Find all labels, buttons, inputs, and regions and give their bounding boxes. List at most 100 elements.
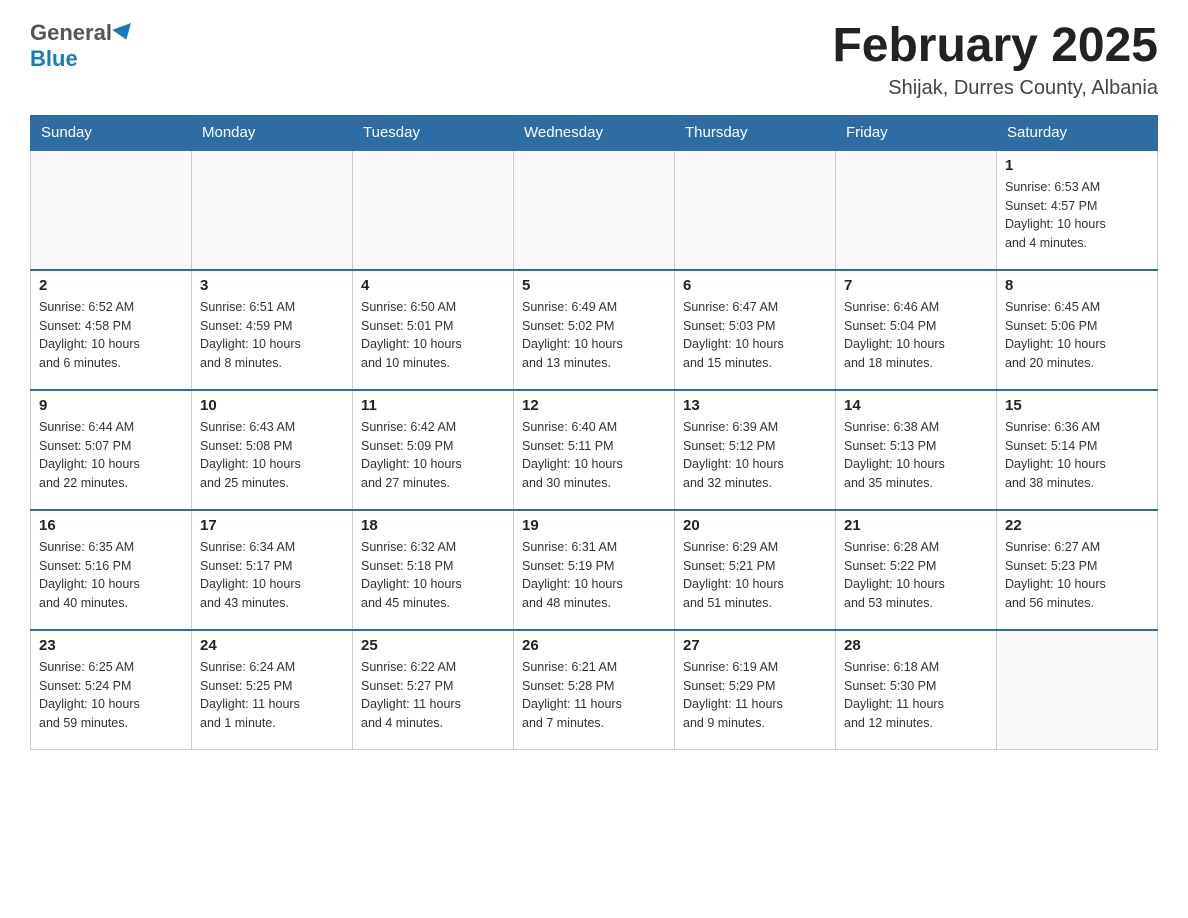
calendar-cell: 4 Sunrise: 6:50 AMSunset: 5:01 PMDaylight…: [353, 270, 514, 390]
calendar-cell: 10 Sunrise: 6:43 AMSunset: 5:08 PMDayligh…: [192, 390, 353, 510]
day-number: 23: [39, 637, 183, 654]
day-number: 14: [844, 397, 988, 414]
logo: General Blue: [30, 20, 134, 72]
calendar-cell: [192, 150, 353, 270]
day-number: 12: [522, 397, 666, 414]
day-info: Sunrise: 6:36 AMSunset: 5:14 PMDaylight:…: [1005, 418, 1149, 493]
day-info: Sunrise: 6:34 AMSunset: 5:17 PMDaylight:…: [200, 538, 344, 613]
week-row: 9Sunrise: 6:44 AMSunset: 5:07 PMDaylight…: [31, 390, 1158, 510]
calendar-cell: [997, 630, 1158, 750]
day-number: 13: [683, 397, 827, 414]
weekday-header: Saturday: [997, 115, 1158, 150]
day-info: Sunrise: 6:21 AMSunset: 5:28 PMDaylight:…: [522, 658, 666, 733]
month-title: February 2025: [832, 20, 1158, 73]
day-info: Sunrise: 6:46 AMSunset: 5:04 PMDaylight:…: [844, 298, 988, 373]
calendar-cell: [514, 150, 675, 270]
calendar-cell: [31, 150, 192, 270]
day-info: Sunrise: 6:24 AMSunset: 5:25 PMDaylight:…: [200, 658, 344, 733]
week-row: 16Sunrise: 6:35 AMSunset: 5:16 PMDayligh…: [31, 510, 1158, 630]
calendar-table: SundayMondayTuesdayWednesdayThursdayFrid…: [30, 115, 1158, 751]
calendar-cell: 22Sunrise: 6:27 AMSunset: 5:23 PMDayligh…: [997, 510, 1158, 630]
calendar-cell: 1 Sunrise: 6:53 AMSunset: 4:57 PMDaylight…: [997, 150, 1158, 270]
day-number: 5: [522, 277, 666, 294]
weekday-header-row: SundayMondayTuesdayWednesdayThursdayFrid…: [31, 115, 1158, 150]
weekday-header: Wednesday: [514, 115, 675, 150]
day-info: Sunrise: 6:19 AMSunset: 5:29 PMDaylight:…: [683, 658, 827, 733]
day-info: Sunrise: 6:43 AMSunset: 5:08 PMDaylight:…: [200, 418, 344, 493]
calendar-cell: 7 Sunrise: 6:46 AMSunset: 5:04 PMDaylight…: [836, 270, 997, 390]
calendar-cell: 19Sunrise: 6:31 AMSunset: 5:19 PMDayligh…: [514, 510, 675, 630]
calendar-cell: 15 Sunrise: 6:36 AMSunset: 5:14 PMDayligh…: [997, 390, 1158, 510]
day-info: Sunrise: 6:50 AMSunset: 5:01 PMDaylight:…: [361, 298, 505, 373]
calendar-cell: 20 Sunrise: 6:29 AMSunset: 5:21 PMDayligh…: [675, 510, 836, 630]
calendar-cell: 24Sunrise: 6:24 AMSunset: 5:25 PMDayligh…: [192, 630, 353, 750]
location-text: Shijak, Durres County, Albania: [832, 77, 1158, 100]
calendar-cell: 14 Sunrise: 6:38 AMSunset: 5:13 PMDayligh…: [836, 390, 997, 510]
calendar-cell: 28 Sunrise: 6:18 AMSunset: 5:30 PMDayligh…: [836, 630, 997, 750]
day-number: 8: [1005, 277, 1149, 294]
weekday-header: Sunday: [31, 115, 192, 150]
calendar-cell: 8 Sunrise: 6:45 AMSunset: 5:06 PMDaylight…: [997, 270, 1158, 390]
day-info: Sunrise: 6:51 AMSunset: 4:59 PMDaylight:…: [200, 298, 344, 373]
title-block: February 2025 Shijak, Durres County, Alb…: [832, 20, 1158, 100]
day-info: Sunrise: 6:32 AMSunset: 5:18 PMDaylight:…: [361, 538, 505, 613]
day-number: 3: [200, 277, 344, 294]
day-number: 1: [1005, 157, 1149, 174]
day-info: Sunrise: 6:49 AMSunset: 5:02 PMDaylight:…: [522, 298, 666, 373]
calendar-cell: 16Sunrise: 6:35 AMSunset: 5:16 PMDayligh…: [31, 510, 192, 630]
calendar-cell: [836, 150, 997, 270]
day-number: 25: [361, 637, 505, 654]
calendar-cell: [675, 150, 836, 270]
week-row: 2Sunrise: 6:52 AMSunset: 4:58 PMDaylight…: [31, 270, 1158, 390]
day-number: 4: [361, 277, 505, 294]
page-header: General Blue February 2025 Shijak, Durre…: [30, 20, 1158, 100]
logo-general-text: General: [30, 20, 112, 46]
calendar-cell: 9Sunrise: 6:44 AMSunset: 5:07 PMDaylight…: [31, 390, 192, 510]
calendar-cell: 18 Sunrise: 6:32 AMSunset: 5:18 PMDayligh…: [353, 510, 514, 630]
day-number: 28: [844, 637, 988, 654]
day-number: 27: [683, 637, 827, 654]
day-info: Sunrise: 6:28 AMSunset: 5:22 PMDaylight:…: [844, 538, 988, 613]
week-row: 1 Sunrise: 6:53 AMSunset: 4:57 PMDaylight…: [31, 150, 1158, 270]
day-number: 15: [1005, 397, 1149, 414]
day-info: Sunrise: 6:25 AMSunset: 5:24 PMDaylight:…: [39, 658, 183, 733]
calendar-cell: 12 Sunrise: 6:40 AMSunset: 5:11 PMDayligh…: [514, 390, 675, 510]
calendar-cell: 25 Sunrise: 6:22 AMSunset: 5:27 PMDayligh…: [353, 630, 514, 750]
day-info: Sunrise: 6:31 AMSunset: 5:19 PMDaylight:…: [522, 538, 666, 613]
day-number: 7: [844, 277, 988, 294]
day-info: Sunrise: 6:47 AMSunset: 5:03 PMDaylight:…: [683, 298, 827, 373]
day-number: 17: [200, 517, 344, 534]
day-number: 11: [361, 397, 505, 414]
weekday-header: Monday: [192, 115, 353, 150]
day-number: 21: [844, 517, 988, 534]
calendar-cell: 17 Sunrise: 6:34 AMSunset: 5:17 PMDayligh…: [192, 510, 353, 630]
day-number: 10: [200, 397, 344, 414]
calendar-cell: 6 Sunrise: 6:47 AMSunset: 5:03 PMDaylight…: [675, 270, 836, 390]
day-info: Sunrise: 6:45 AMSunset: 5:06 PMDaylight:…: [1005, 298, 1149, 373]
day-info: Sunrise: 6:44 AMSunset: 5:07 PMDaylight:…: [39, 418, 183, 493]
day-number: 22: [1005, 517, 1149, 534]
day-number: 18: [361, 517, 505, 534]
calendar-cell: 5 Sunrise: 6:49 AMSunset: 5:02 PMDaylight…: [514, 270, 675, 390]
day-number: 6: [683, 277, 827, 294]
calendar-cell: 23 Sunrise: 6:25 AMSunset: 5:24 PMDayligh…: [31, 630, 192, 750]
day-number: 20: [683, 517, 827, 534]
logo-blue-text: Blue: [30, 46, 78, 71]
calendar-cell: 13 Sunrise: 6:39 AMSunset: 5:12 PMDayligh…: [675, 390, 836, 510]
day-info: Sunrise: 6:40 AMSunset: 5:11 PMDaylight:…: [522, 418, 666, 493]
day-number: 16: [39, 517, 183, 534]
day-info: Sunrise: 6:53 AMSunset: 4:57 PMDaylight:…: [1005, 178, 1149, 253]
day-info: Sunrise: 6:22 AMSunset: 5:27 PMDaylight:…: [361, 658, 505, 733]
weekday-header: Thursday: [675, 115, 836, 150]
week-row: 23 Sunrise: 6:25 AMSunset: 5:24 PMDayligh…: [31, 630, 1158, 750]
calendar-cell: 11Sunrise: 6:42 AMSunset: 5:09 PMDayligh…: [353, 390, 514, 510]
day-info: Sunrise: 6:29 AMSunset: 5:21 PMDaylight:…: [683, 538, 827, 613]
calendar-cell: 3 Sunrise: 6:51 AMSunset: 4:59 PMDaylight…: [192, 270, 353, 390]
day-info: Sunrise: 6:39 AMSunset: 5:12 PMDaylight:…: [683, 418, 827, 493]
weekday-header: Friday: [836, 115, 997, 150]
calendar-cell: 26Sunrise: 6:21 AMSunset: 5:28 PMDayligh…: [514, 630, 675, 750]
day-number: 2: [39, 277, 183, 294]
day-info: Sunrise: 6:38 AMSunset: 5:13 PMDaylight:…: [844, 418, 988, 493]
calendar-cell: [353, 150, 514, 270]
day-info: Sunrise: 6:18 AMSunset: 5:30 PMDaylight:…: [844, 658, 988, 733]
